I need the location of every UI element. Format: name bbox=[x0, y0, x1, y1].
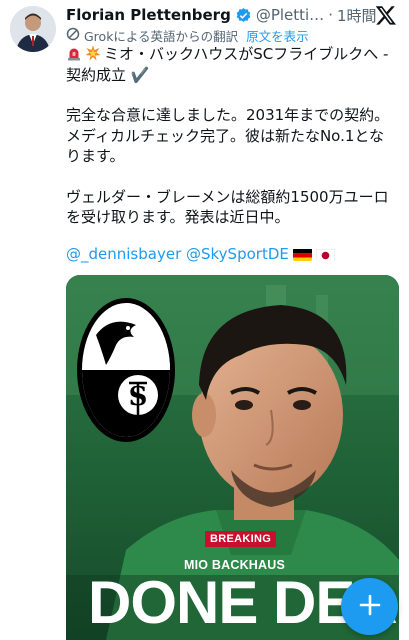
tweet-paragraph-2: 完全な合意に達しました。2031年までの契約。メディカルチェック完了。彼は新たな… bbox=[66, 106, 390, 165]
author-handle[interactable]: @Pletti… bbox=[256, 6, 324, 24]
siren-icon bbox=[66, 45, 82, 61]
mentions: @_dennisbayer @SkySportDE bbox=[66, 245, 335, 263]
paragraph-1-text: ミオ・バックハウスがSCフライブルクへ - 契約成立 ✔️ bbox=[66, 45, 389, 84]
avatar-image bbox=[10, 6, 56, 52]
breaking-badge: BREAKING bbox=[205, 531, 277, 547]
translation-label: Grokによる英語からの翻訳 bbox=[84, 28, 239, 44]
author-name[interactable]: Florian Plettenberg bbox=[66, 6, 231, 24]
separator-dot: · bbox=[328, 6, 333, 24]
plus-icon bbox=[359, 594, 381, 620]
avatar[interactable] bbox=[10, 6, 56, 52]
collision-icon bbox=[85, 45, 101, 61]
tweet-time[interactable]: 1時間 bbox=[337, 5, 377, 26]
tweet-header: Florian Plettenberg @Pletti… · 1時間 bbox=[66, 5, 377, 25]
verified-badge-icon bbox=[235, 7, 252, 24]
grok-icon bbox=[66, 27, 80, 44]
translation-note: Grokによる英語からの翻訳 原文を表示 bbox=[66, 26, 309, 44]
compose-button[interactable] bbox=[341, 578, 398, 635]
club-crest: S bbox=[77, 298, 175, 442]
tweet-paragraph-1: ミオ・バックハウスがSCフライブルクへ - 契約成立 ✔️ bbox=[66, 44, 396, 85]
japan-flag bbox=[315, 248, 335, 261]
tweet-paragraph-3: ヴェルダー・ブレーメンは総額約1500万ユーロを受け取ります。発表は近日中。 bbox=[66, 187, 389, 227]
show-original-link[interactable]: 原文を表示 bbox=[246, 26, 309, 45]
x-logo-icon[interactable] bbox=[375, 4, 397, 26]
tweet-text: ミオ・バックハウスがSCフライブルクへ - 契約成立 ✔️ 完全な合意に達しまし… bbox=[66, 44, 396, 228]
germany-flag bbox=[292, 248, 312, 261]
mention-links[interactable]: @_dennisbayer @SkySportDE bbox=[66, 245, 289, 263]
